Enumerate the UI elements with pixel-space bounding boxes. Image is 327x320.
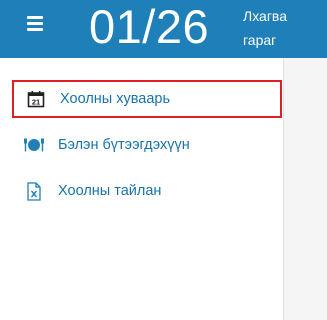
current-weekday: Лхагва гараг bbox=[243, 8, 287, 48]
nav-item-label: Бэлэн бүтээгдэхүүн bbox=[58, 137, 190, 153]
excel-file-icon bbox=[24, 181, 44, 201]
sidebar: 21 Хоолны хуваарь Бэлэн бүтээгдэхүүн Хоо… bbox=[0, 58, 283, 320]
nav-item-meal-schedule[interactable]: 21 Хоолны хуваарь bbox=[12, 80, 282, 118]
nav-item-label: Хоолны хуваарь bbox=[60, 91, 171, 107]
nav-item-ready-products[interactable]: Бэлэн бүтээгдэхүүн bbox=[12, 126, 281, 164]
content-panel bbox=[283, 58, 327, 320]
hamburger-menu-icon[interactable] bbox=[27, 16, 43, 31]
current-date: 01/26 bbox=[89, 0, 210, 53]
app-header: 01/26 Лхагва гараг bbox=[0, 0, 327, 58]
svg-text:21: 21 bbox=[32, 98, 40, 107]
nav-item-meal-report[interactable]: Хоолны тайлан bbox=[12, 172, 281, 210]
nav-item-label: Хоолны тайлан bbox=[58, 183, 162, 199]
plate-cutlery-icon bbox=[24, 135, 44, 155]
calendar-icon: 21 bbox=[26, 89, 46, 109]
